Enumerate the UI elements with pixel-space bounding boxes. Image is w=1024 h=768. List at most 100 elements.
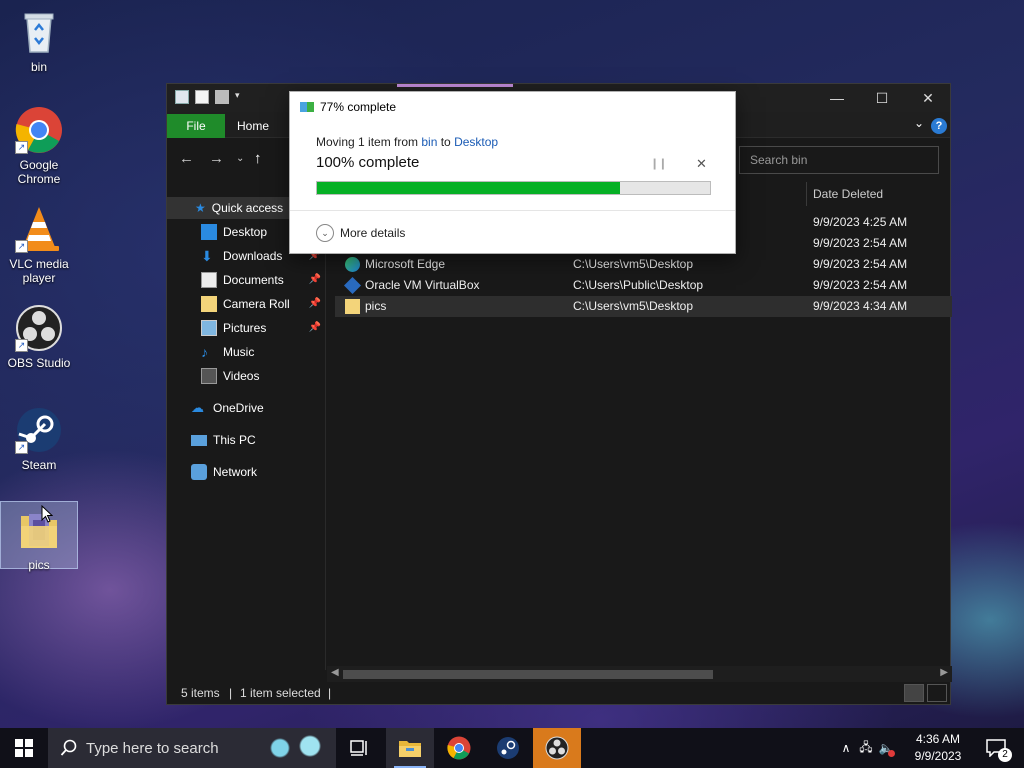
status-separator: | (328, 686, 332, 700)
desktop-icon-steam[interactable]: ↗ Steam (0, 406, 78, 472)
nav-desktop-label: Desktop (223, 225, 268, 239)
table-row[interactable]: Oracle VM VirtualBox C:\Users\Public\Des… (335, 275, 952, 296)
recycle-bin-icon (15, 8, 63, 56)
task-view-icon (350, 740, 367, 756)
taskbar-search-placeholder: Type here to search (86, 739, 219, 757)
shortcut-arrow-icon: ↗ (15, 339, 28, 352)
edge-icon (345, 257, 360, 272)
nav-documents[interactable]: Documents 📌 (201, 269, 325, 291)
desktop-icon-obs[interactable]: ↗ OBS Studio (0, 304, 78, 370)
new-folder-icon[interactable] (215, 90, 229, 104)
cancel-close-icon[interactable]: ✕ (696, 156, 707, 172)
nav-pictures-label: Pictures (223, 321, 267, 335)
nav-videos[interactable]: Videos (201, 365, 325, 387)
cloud-icon: ☁ (191, 400, 204, 415)
taskbar-steam[interactable] (484, 728, 532, 768)
scrollbar-thumb[interactable] (343, 670, 713, 679)
up-arrow-icon[interactable]: ↑ (254, 150, 262, 167)
column-header-date-deleted[interactable]: Date Deleted (813, 182, 883, 206)
chrome-icon (447, 736, 471, 760)
system-tray: ∧ 🖧 🔈 (836, 728, 896, 768)
network-status-icon[interactable]: 🖧 (856, 738, 876, 759)
more-details-button[interactable]: ⌄ More details (316, 224, 405, 242)
download-arrow-icon: ⬇ (201, 248, 213, 264)
taskbar-search-box[interactable]: Type here to search (48, 728, 336, 768)
search-input[interactable]: Search bin (739, 146, 939, 174)
tab-file[interactable]: File (167, 114, 225, 138)
desktop-icon-vlc[interactable]: ↗ VLC media player (0, 205, 78, 285)
desktop-icon-bin[interactable]: bin (0, 8, 78, 74)
shortcut-arrow-icon: ↗ (15, 240, 28, 253)
properties-icon[interactable] (195, 90, 209, 104)
pin-icon: 📌 (308, 298, 321, 309)
nav-videos-label: Videos (223, 369, 260, 383)
source-link[interactable]: bin (421, 135, 437, 149)
computer-icon (191, 434, 207, 446)
obs-icon: ↗ (15, 304, 63, 352)
desktop-icon-label: VLC media player (9, 257, 69, 285)
chevron-down-icon[interactable]: ⌄ (914, 116, 924, 130)
windows-logo-icon (15, 739, 33, 757)
folder-icon (201, 296, 217, 312)
desktop-icon-chrome[interactable]: ↗ Google Chrome (0, 106, 78, 186)
dialog-title: 77% complete (300, 100, 396, 114)
taskbar-chrome[interactable] (435, 728, 483, 768)
minimize-button[interactable]: — (814, 84, 860, 112)
virtualbox-icon (344, 277, 361, 294)
large-icons-view-button[interactable] (927, 684, 947, 702)
network-icon (191, 464, 207, 480)
moving-description: Moving 1 item from bin to Desktop (316, 135, 499, 149)
table-row[interactable]: Microsoft Edge C:\Users\vm5\Desktop 9/9/… (335, 254, 952, 275)
nav-camera-roll[interactable]: Camera Roll 📌 (201, 293, 325, 315)
quick-access-toolbar: ▾ (175, 90, 243, 104)
file-explorer-icon (399, 741, 421, 757)
status-bar: 5 items | 1 item selected | (167, 682, 950, 704)
taskbar: Type here to search ∧ 🖧 🔈 4:36 AM 9/9/20… (0, 728, 1024, 768)
volume-muted-icon[interactable]: 🔈 (876, 741, 896, 757)
customize-toolbar-icon[interactable]: ▾ (235, 90, 243, 104)
desktop-icon-label: Steam (21, 458, 57, 472)
notification-center-button[interactable]: 2 (972, 728, 1020, 768)
start-button[interactable] (0, 728, 48, 768)
notification-count-badge: 2 (998, 748, 1012, 762)
shortcut-arrow-icon: ↗ (15, 441, 28, 454)
help-icon[interactable]: ? (931, 118, 947, 134)
scroll-right-icon[interactable]: ▶ (940, 667, 948, 678)
nav-onedrive[interactable]: ☁ OneDrive (191, 397, 325, 419)
details-view-button[interactable] (904, 684, 924, 702)
search-icon (60, 739, 77, 756)
desktop-icon-label: Google Chrome (17, 158, 61, 186)
back-arrow-icon[interactable]: ← (179, 150, 194, 167)
taskbar-file-explorer[interactable] (386, 728, 434, 768)
title-accent-bar (397, 84, 513, 87)
percent-complete: 100% complete (316, 154, 420, 171)
vlc-cone-icon: ↗ (15, 205, 63, 253)
task-view-button[interactable] (336, 728, 384, 768)
nav-this-pc[interactable]: This PC (191, 429, 325, 451)
close-window-button[interactable]: ✕ (905, 84, 951, 112)
pane-divider[interactable] (325, 194, 326, 670)
horizontal-scrollbar[interactable]: ◀ ▶ (327, 666, 952, 682)
pause-icon[interactable]: ❙❙ (650, 157, 667, 170)
nav-downloads-label: Downloads (223, 249, 283, 263)
destination-link[interactable]: Desktop (454, 135, 498, 149)
nav-music[interactable]: ♪ Music (201, 341, 325, 363)
nav-pictures[interactable]: Pictures 📌 (201, 317, 325, 339)
folder-icon (15, 506, 63, 554)
taskbar-obs[interactable] (533, 728, 581, 768)
show-hidden-icons-chevron-icon[interactable]: ∧ (836, 741, 856, 755)
taskbar-clock[interactable]: 4:36 AM 9/9/2023 (906, 731, 970, 765)
table-row-selected[interactable]: pics C:\Users\vm5\Desktop 9/9/2023 4:34 … (335, 296, 952, 317)
forward-arrow-icon[interactable]: → (209, 150, 224, 167)
nav-network[interactable]: Network (191, 461, 325, 483)
column-separator[interactable] (806, 182, 807, 206)
nav-quick-access-label: Quick access (211, 201, 284, 215)
desktop-icon-pics[interactable]: pics (0, 501, 78, 572)
chrome-icon: ↗ (15, 106, 63, 154)
recent-locations-chevron-icon[interactable]: ⌄ (236, 153, 244, 164)
muted-badge-icon (888, 750, 895, 757)
scroll-left-icon[interactable]: ◀ (331, 667, 339, 678)
nav-network-label: Network (213, 465, 258, 479)
tab-home[interactable]: Home (237, 114, 269, 138)
maximize-button[interactable]: ☐ (859, 84, 905, 112)
